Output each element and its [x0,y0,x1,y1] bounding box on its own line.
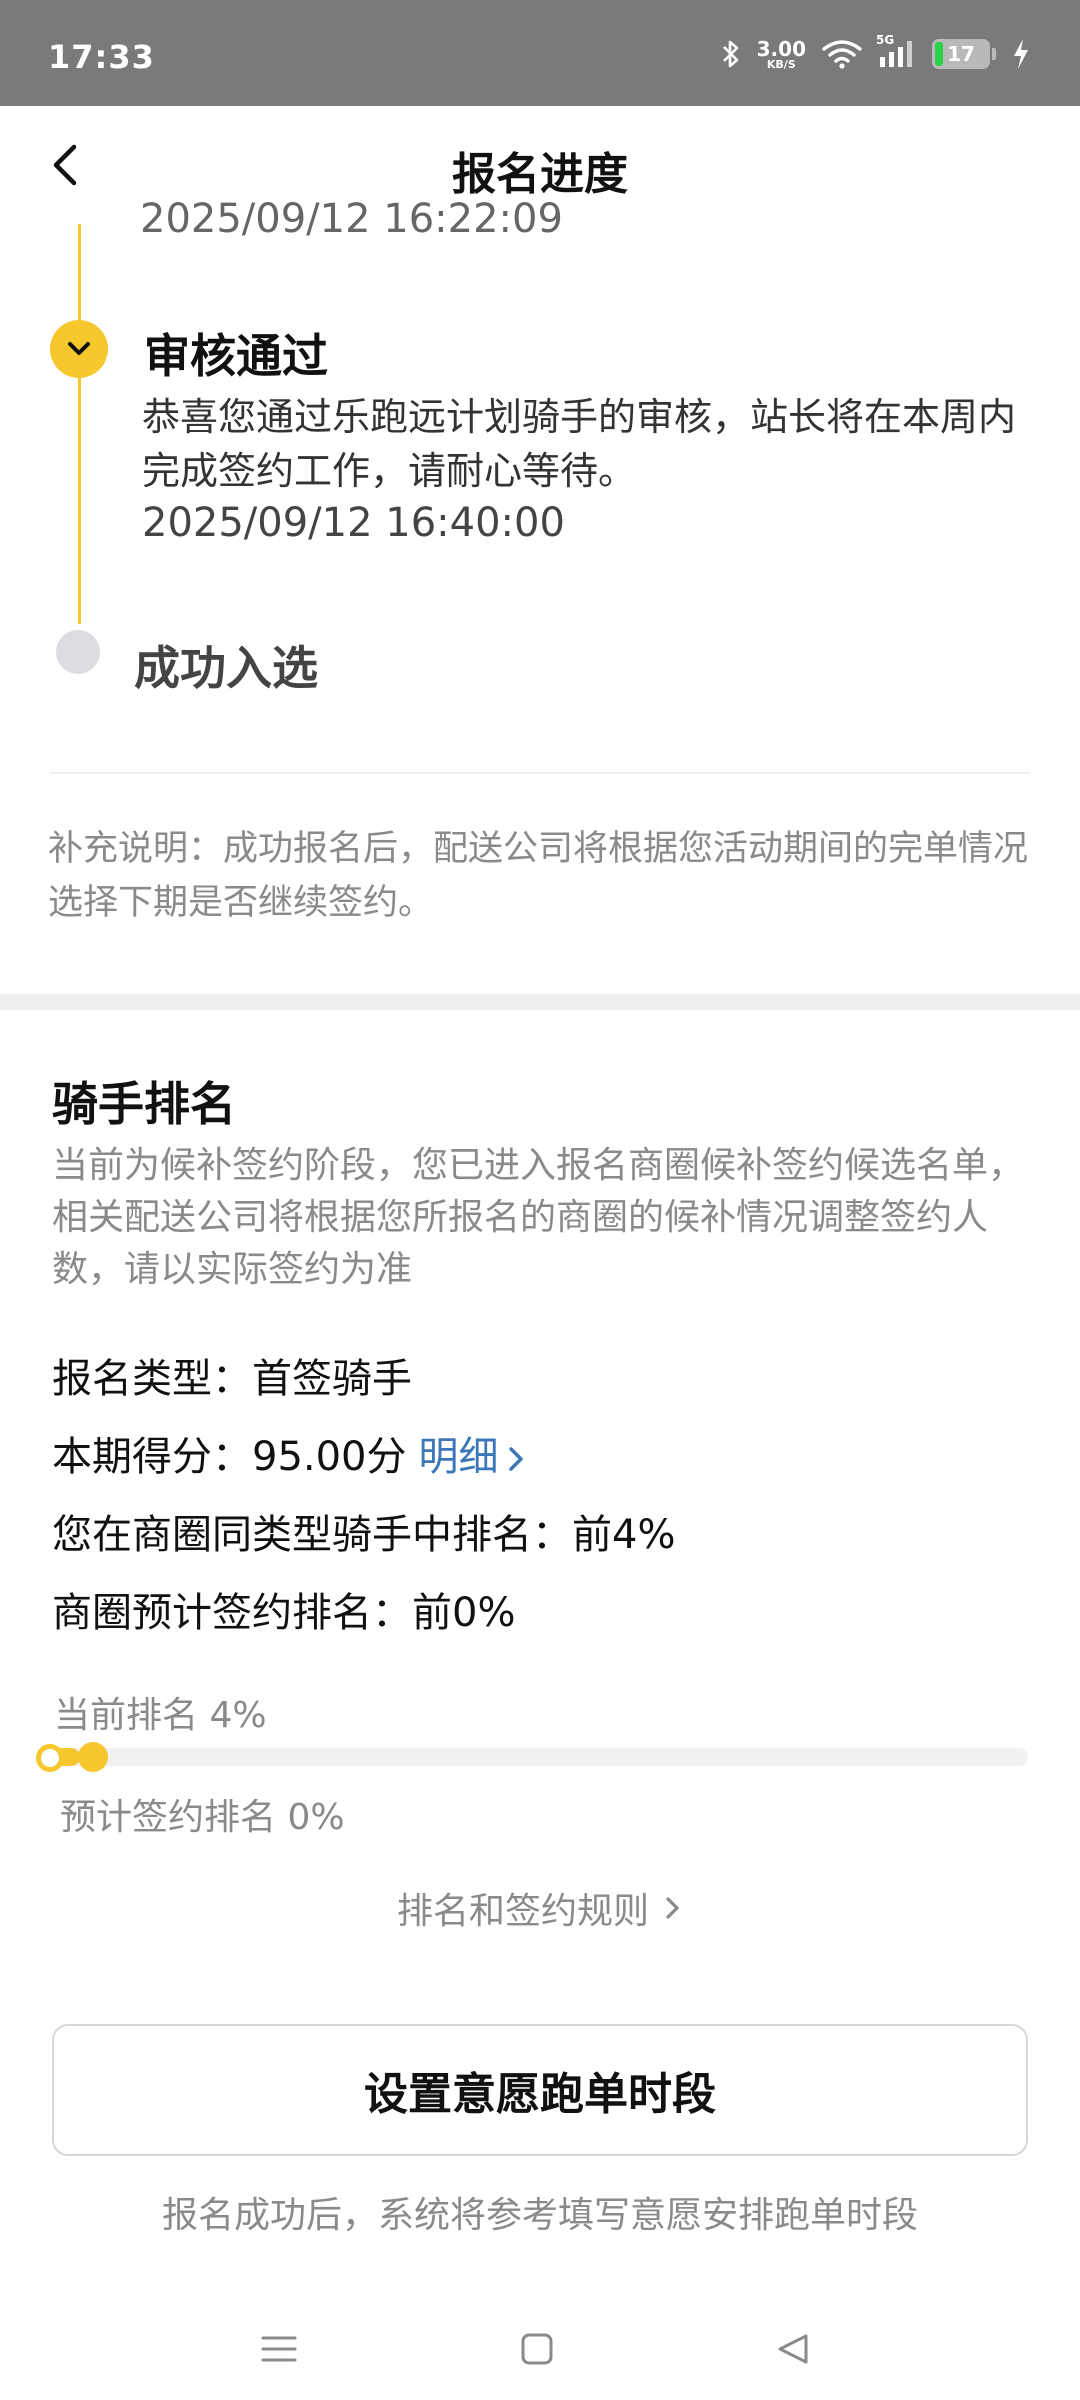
score-text: 本期得分：95.00分 [52,1434,407,1480]
status-time: 17:33 [48,38,155,76]
estimated-rank-label: 预计签约排名 0% [60,1797,345,1838]
score-detail-link[interactable]: 明细 [419,1434,527,1480]
network-speed: 3.00 KB/S [756,36,806,71]
button-hint: 报名成功后，系统将参考填写意愿安排跑单时段 [161,2195,918,2236]
current-rank-marker [78,1742,108,1772]
battery-tip [992,48,996,60]
rules-link[interactable]: 排名和签约规则 [0,1882,1080,1934]
score-row: 本期得分：95.00分 明细 [52,1424,527,1482]
chevron-right-icon [666,1897,679,1919]
page-title: 报名进度 [452,149,628,200]
battery-icon: 17 [932,39,990,69]
step-description: 恭喜您通过乐跑远计划骑手的审核，站长将在本周内完成签约工作，请耐心等待。 [142,395,1017,493]
chevron-down-icon [68,342,90,355]
charging-bolt-icon [1012,38,1030,70]
home-icon[interactable] [512,2324,562,2374]
timeline-line [78,224,81,624]
ranking-title: 骑手排名 [52,1077,236,1131]
chevron-right-icon [508,1447,523,1471]
rank-progress-track [40,1748,1028,1766]
wifi-icon [822,39,862,69]
progress-timeline: 2025/09/12 16:22:09 审核通过 恭喜您通过乐跑远计划骑手的审核… [0,196,1080,754]
status-icons: 3.00 KB/S 5G 17 [721,33,1030,74]
cellular-signal-icon: 5G [876,33,916,69]
supplementary-note: 补充说明：成功报名后，配送公司将根据您活动期间的完单情况选择下期是否继续签约。 [48,829,1029,923]
estimated-rank-marker [36,1744,64,1772]
back-triangle-icon[interactable] [768,2324,818,2374]
status-bar: 17:33 3.00 KB/S 5G 17 [0,0,1080,106]
bluetooth-icon [721,38,741,70]
ranking-description: 当前为候补签约阶段，您已进入报名商圈候补签约候选名单，相关配送公司将根据您所报名… [52,1145,1025,1290]
menu-icon[interactable] [254,2324,304,2374]
signup-type: 报名类型：首签骑手 [52,1356,412,1402]
step-pending-indicator [56,630,100,674]
step-done-indicator [50,320,108,378]
previous-step-date: 2025/09/12 16:22:09 [140,196,563,242]
set-preferred-time-button[interactable]: 设置意愿跑单时段 [52,2024,1028,2156]
current-rank-label: 当前排名 4% [54,1695,267,1736]
divider [50,772,1030,774]
step-title-selected: 成功入选 [134,641,318,695]
step-title-approved: 审核通过 [144,329,328,383]
section-divider [0,994,1080,1010]
estimated-sign-rank: 商圈预计签约排名：前0% [52,1590,516,1636]
system-nav-bar [0,2300,1080,2400]
step-date: 2025/09/12 16:40:00 [142,500,565,546]
area-rank: 您在商圈同类型骑手中排名：前4% [52,1512,676,1558]
